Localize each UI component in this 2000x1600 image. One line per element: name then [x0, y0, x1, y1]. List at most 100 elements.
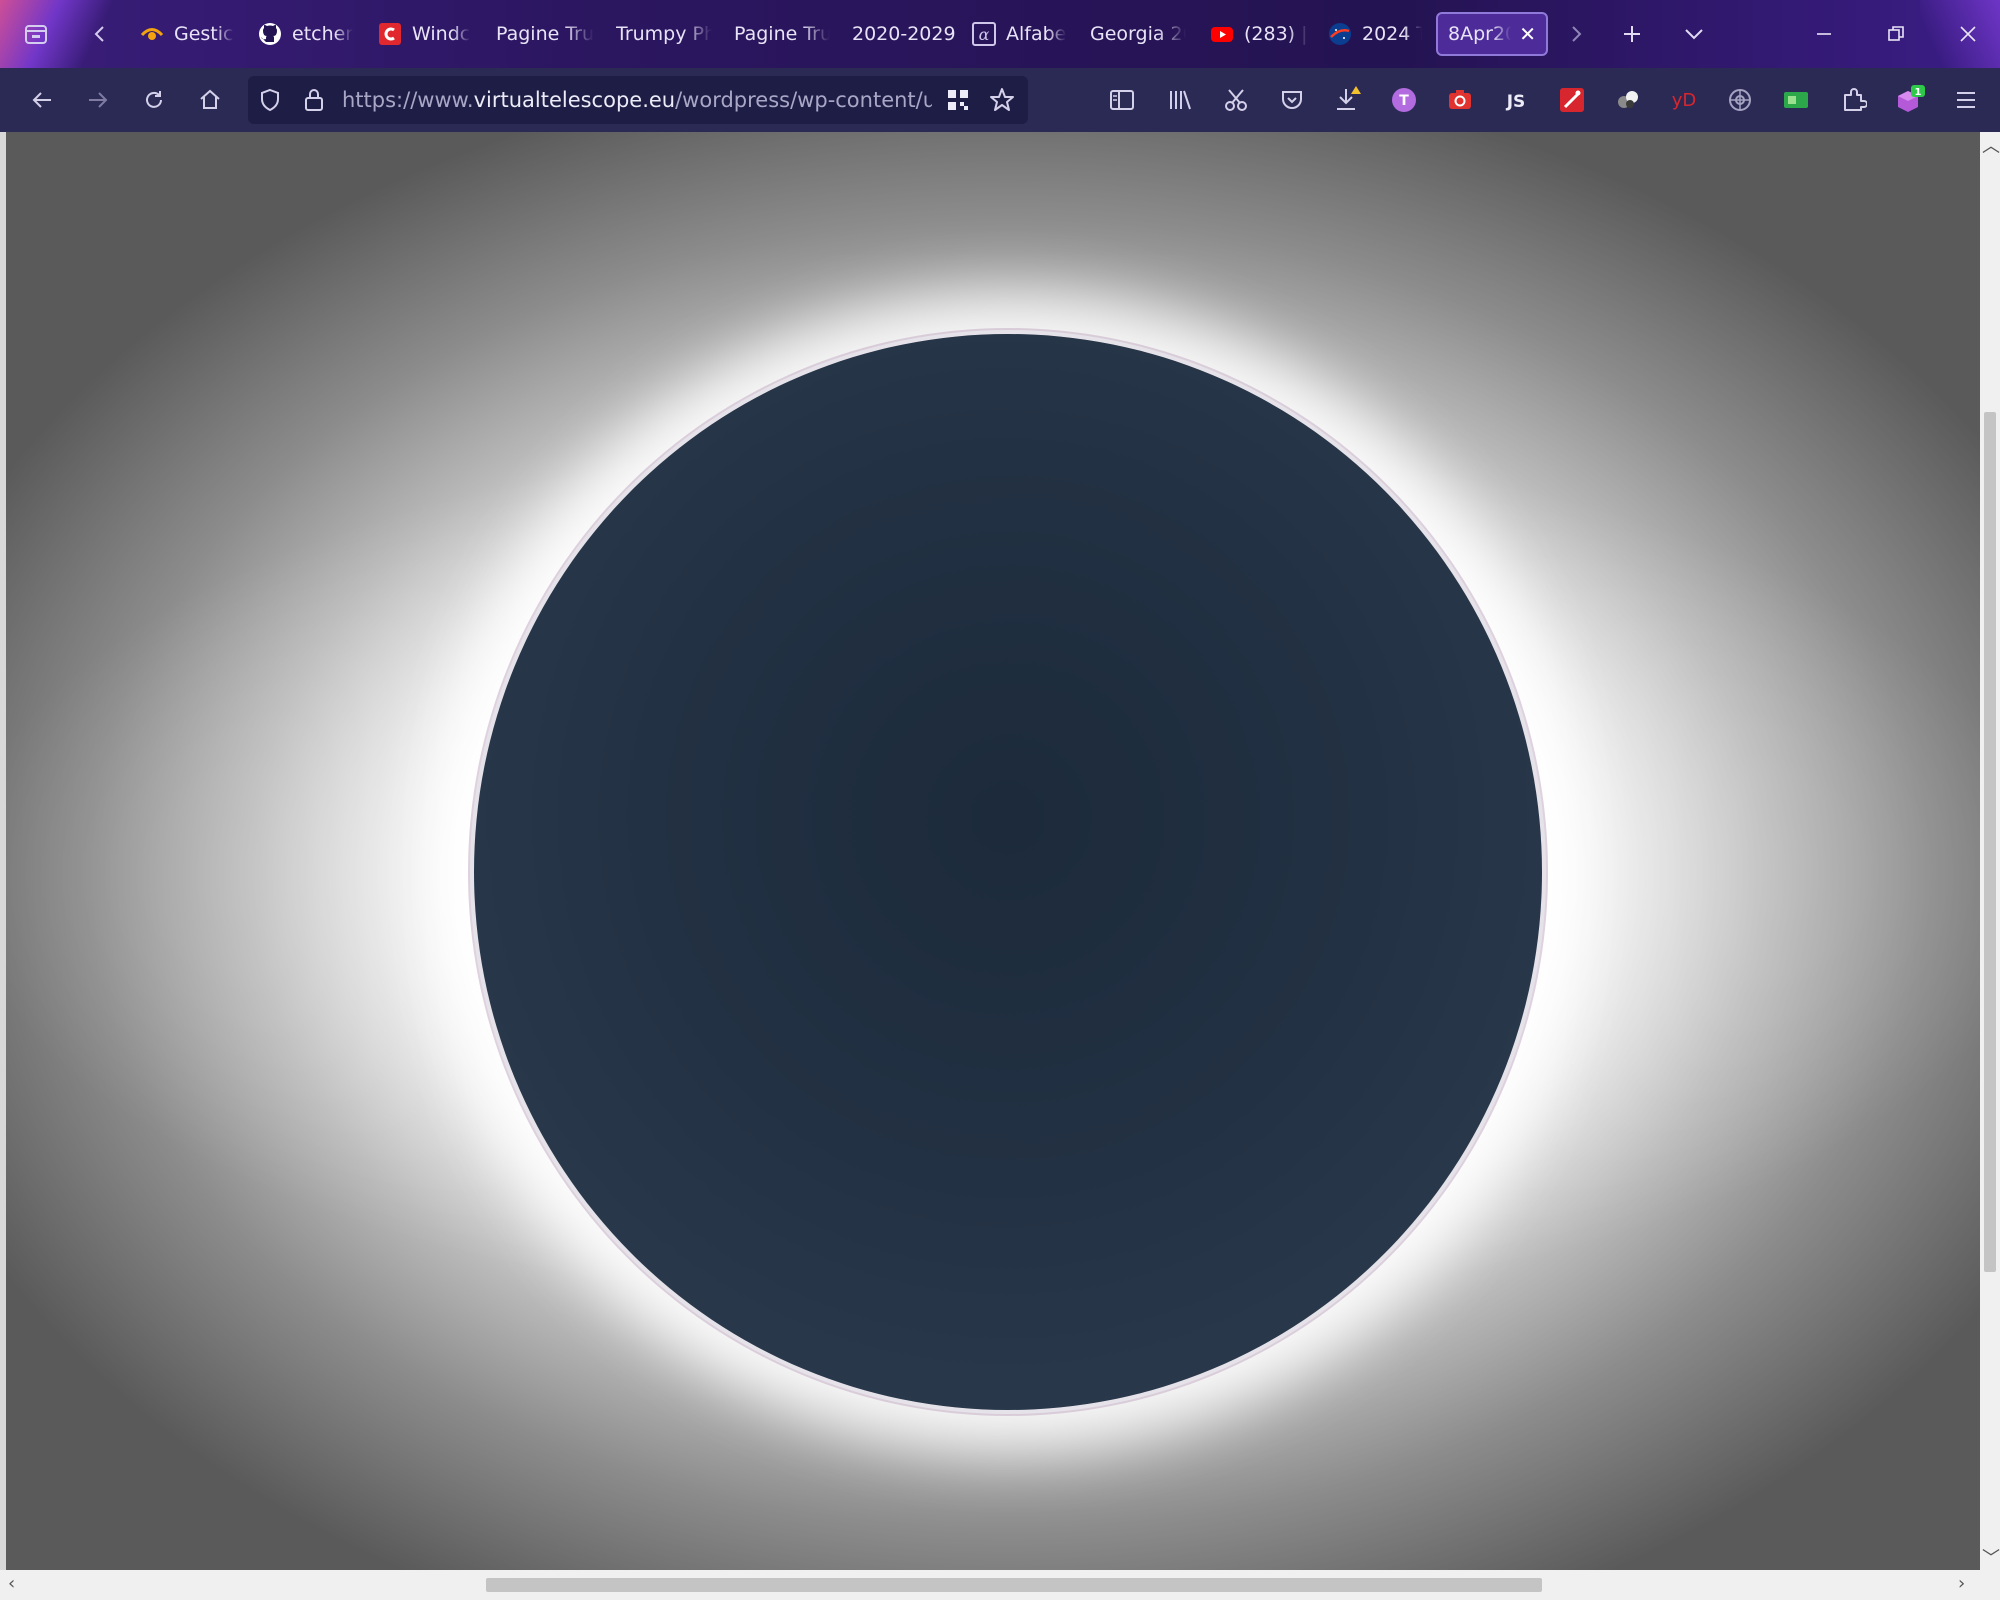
- sidebar-button[interactable]: [1102, 80, 1142, 120]
- tab-label: 2024 T: [1362, 23, 1422, 45]
- extension-t-button[interactable]: T: [1384, 80, 1424, 120]
- tab-georgia[interactable]: Georgia 20: [1090, 12, 1186, 56]
- eyedropper-icon: [1560, 88, 1584, 112]
- tab-label: Trumpy Ph: [616, 23, 712, 45]
- tab-gestic[interactable]: Gestic: [140, 12, 250, 56]
- url-bar[interactable]: https://www.virtualtelescope.eu/wordpres…: [248, 76, 1028, 124]
- shield-icon: [261, 88, 279, 112]
- navigation-toolbar: https://www.virtualtelescope.eu/wordpres…: [0, 68, 2000, 132]
- back-button[interactable]: [22, 80, 62, 120]
- scroll-up-arrow-icon[interactable]: ︿: [1982, 132, 2000, 158]
- t-circle-icon: T: [1392, 88, 1416, 112]
- horizontal-scroll-thumb[interactable]: [486, 1578, 1542, 1592]
- reload-button[interactable]: [134, 80, 174, 120]
- extensions-button[interactable]: [1834, 80, 1874, 120]
- vertical-scroll-thumb[interactable]: [1984, 412, 1996, 1272]
- gear-icon: [1729, 89, 1751, 111]
- screenshot-button[interactable]: [1216, 80, 1256, 120]
- app-menu-button[interactable]: [1946, 80, 1986, 120]
- arrow-left-icon: [32, 92, 51, 108]
- camera-icon: [1449, 90, 1471, 109]
- close-tab-icon[interactable]: ✕: [1519, 22, 1536, 46]
- tab-etcher[interactable]: etcher: [258, 12, 368, 56]
- svg-text:α: α: [979, 25, 990, 44]
- scroll-down-arrow-icon[interactable]: ﹀: [1982, 1544, 2000, 1570]
- c-logo-icon: [378, 22, 402, 46]
- tab-label: (283) |: [1244, 23, 1308, 45]
- url-text[interactable]: https://www.virtualtelescope.eu/wordpres…: [342, 88, 932, 112]
- tab-label: Pagine Tru: [496, 23, 595, 45]
- forward-button[interactable]: [78, 80, 118, 120]
- tab-label: 2020-2029: [852, 23, 956, 45]
- cube-badge-icon: 1: [1898, 85, 1925, 112]
- close-window-button[interactable]: [1946, 14, 1990, 54]
- yd-icon: yD: [1672, 90, 1697, 111]
- restore-button[interactable]: [1874, 14, 1918, 54]
- restore-icon: [1888, 26, 1904, 41]
- tab-label: Alfabe: [1006, 23, 1067, 45]
- svg-text:JS: JS: [1506, 92, 1526, 112]
- tab-alfabe[interactable]: α Alfabe: [972, 12, 1072, 56]
- screen-recorder-button[interactable]: [1440, 80, 1480, 120]
- new-tab-button[interactable]: [1612, 14, 1652, 54]
- svg-text:1: 1: [1915, 87, 1922, 98]
- scroll-right-arrow-icon[interactable]: ›: [1958, 1573, 1965, 1594]
- js-icon: JS: [1506, 92, 1526, 112]
- scissors-icon: [1225, 89, 1247, 111]
- tab-2020-2029[interactable]: 2020-2029: [852, 12, 962, 56]
- spheres-icon: [1618, 91, 1638, 108]
- pocket-icon: [1282, 91, 1302, 109]
- minimize-button[interactable]: [1802, 14, 1846, 54]
- list-all-tabs-button[interactable]: [1674, 14, 1714, 54]
- download-icon: [1337, 86, 1361, 110]
- arrow-right-icon: [89, 92, 108, 108]
- extension-spheres-button[interactable]: [1608, 80, 1648, 120]
- chevron-right-icon: [1572, 26, 1582, 42]
- tab-label: Pagine Tru: [734, 23, 830, 45]
- star-icon: [990, 88, 1014, 111]
- firefox-view-button[interactable]: [16, 14, 56, 54]
- svg-text:T: T: [1399, 93, 1409, 109]
- library-button[interactable]: [1160, 80, 1200, 120]
- chevron-left-icon: [94, 26, 104, 42]
- scroll-tabs-left-button[interactable]: [80, 14, 120, 54]
- extension-badge-button[interactable]: 1: [1890, 80, 1930, 120]
- tab-label: 8Apr20: [1448, 23, 1512, 45]
- scroll-left-arrow-icon[interactable]: ‹: [8, 1573, 15, 1594]
- plus-icon: [1624, 26, 1640, 42]
- firefox-view-icon: [25, 25, 47, 44]
- tab-pagine-tru-1[interactable]: Pagine Tru: [496, 12, 596, 56]
- url-prefix: https://www.: [342, 88, 474, 112]
- tab-windc[interactable]: Windc: [378, 12, 484, 56]
- bookmark-star-button[interactable]: [982, 80, 1022, 120]
- url-domain: virtualtelescope.eu: [473, 88, 676, 112]
- horizontal-scrollbar[interactable]: ‹ ›: [0, 1570, 1980, 1600]
- eye-icon: [140, 22, 164, 46]
- tab-nasa-2024[interactable]: 2024 T: [1328, 12, 1422, 56]
- vertical-scrollbar[interactable]: ︿ ﹀: [1980, 132, 2000, 1570]
- scroll-tabs-right-button[interactable]: [1556, 14, 1596, 54]
- content-left-edge: [0, 132, 6, 1570]
- tab-youtube[interactable]: (283) |: [1210, 12, 1310, 56]
- pocket-button[interactable]: [1272, 80, 1312, 120]
- color-picker-button[interactable]: [1552, 80, 1592, 120]
- library-icon: [1170, 90, 1191, 110]
- extension-yd-button[interactable]: yD: [1664, 80, 1704, 120]
- eclipse-moon-disk: [474, 334, 1542, 1410]
- tab-pagine-tru-2[interactable]: Pagine Tru: [734, 12, 830, 56]
- tab-trumpy-ph[interactable]: Trumpy Ph: [616, 12, 712, 56]
- qr-code-icon: [948, 90, 968, 110]
- site-security-button[interactable]: [294, 80, 334, 120]
- tab-8apr-active[interactable]: 8Apr20 ✕: [1436, 12, 1548, 56]
- javascript-toggle-button[interactable]: JS: [1496, 80, 1536, 120]
- tab-strip: Gestic etcher Windc Pagine Tru Trumpy Ph…: [0, 0, 2000, 68]
- extension-gear-button[interactable]: [1720, 80, 1760, 120]
- green-card-icon: [1784, 92, 1808, 108]
- extension-green-button[interactable]: [1776, 80, 1816, 120]
- tracking-protection-button[interactable]: [250, 80, 290, 120]
- home-button[interactable]: [190, 80, 230, 120]
- qr-code-button[interactable]: [938, 80, 978, 120]
- svg-text:yD: yD: [1672, 90, 1697, 111]
- downloads-button[interactable]: [1328, 80, 1368, 120]
- reload-icon: [146, 91, 162, 108]
